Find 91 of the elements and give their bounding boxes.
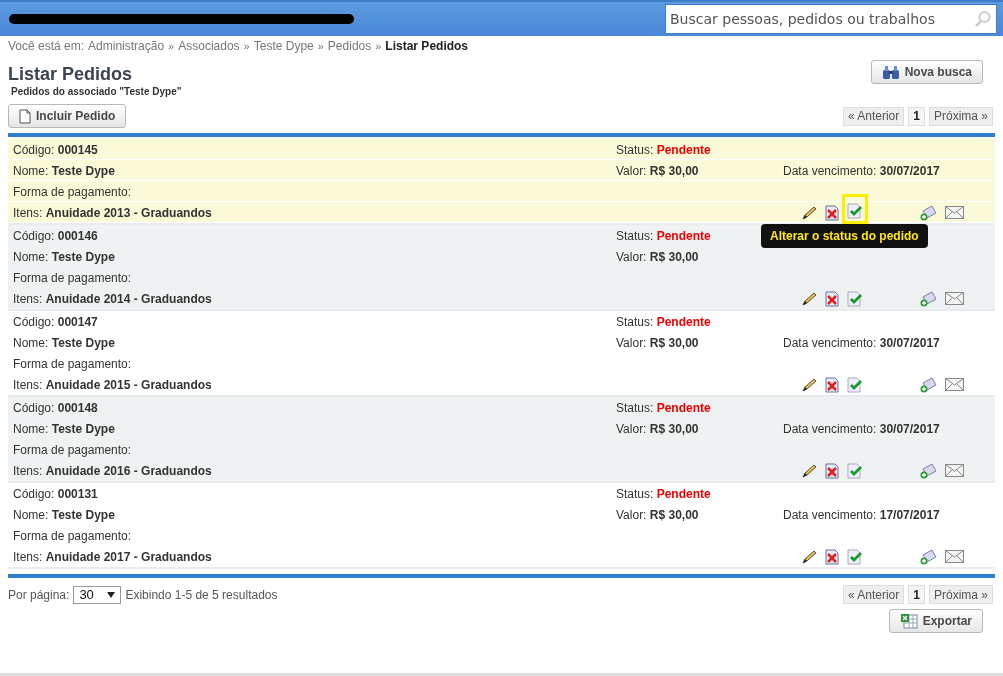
value-text: Valor: R$ 30,00: [616, 507, 699, 522]
search-field[interactable]: Buscar pessoas, pedidos ou trabalhos: [665, 4, 997, 34]
breadcrumb-separator: »: [317, 40, 324, 52]
breadcrumb-separator: »: [243, 40, 250, 52]
results-summary: Exibindo 1-5 de 5 resultados: [125, 587, 278, 602]
delete-icon[interactable]: [825, 548, 839, 565]
breadcrumb-link[interactable]: Pedidos: [327, 39, 372, 53]
mail-icon[interactable]: [945, 550, 964, 563]
name-text: Nome: Teste Dype: [13, 249, 115, 264]
payment-label: Forma de pagamento:: [13, 442, 132, 457]
value-text: Valor: R$ 30,00: [616, 163, 699, 178]
items-text: Itens: Anuidade 2016 - Graduandos: [13, 463, 212, 478]
mail-icon[interactable]: [945, 378, 964, 391]
envelope-add-icon[interactable]: [919, 548, 937, 565]
delete-icon[interactable]: [825, 290, 839, 307]
status-text: Status: Pendente: [616, 486, 711, 501]
value-text: Valor: R$ 30,00: [616, 421, 699, 436]
code-text: Código: 000145: [13, 142, 98, 157]
pencil-icon[interactable]: [801, 376, 817, 393]
pencil-icon[interactable]: [801, 290, 817, 307]
dropdown-arrow-icon: [107, 591, 116, 598]
breadcrumb-separator: »: [375, 40, 382, 52]
checkmark-icon[interactable]: [847, 462, 863, 479]
envelope-add-icon[interactable]: [919, 376, 937, 393]
binoculars-icon: [881, 64, 900, 80]
due-date-text: Data vencimento: 30/07/2017: [783, 335, 940, 350]
due-date-text: Data vencimento: 30/07/2017: [783, 163, 940, 178]
code-text: Código: 000147: [13, 314, 98, 329]
value-text: Valor: R$ 30,00: [616, 249, 699, 264]
delete-icon[interactable]: [825, 204, 839, 221]
add-order-button[interactable]: Incluir Pedido: [8, 104, 127, 128]
pencil-icon[interactable]: [801, 462, 817, 479]
tooltip: Alterar o status do pedido: [761, 224, 928, 248]
code-text: Código: 000146: [13, 228, 98, 243]
breadcrumb-separator: »: [168, 40, 175, 52]
checkmark-icon[interactable]: [847, 202, 863, 219]
breadcrumb-link[interactable]: Administração: [88, 39, 165, 53]
previous-page-button[interactable]: « Anterior: [842, 585, 905, 604]
search-icon: [974, 10, 992, 28]
name-text: Nome: Teste Dype: [13, 335, 115, 350]
checkmark-icon[interactable]: [847, 376, 863, 393]
pencil-icon[interactable]: [801, 548, 817, 565]
previous-page-button[interactable]: « Anterior: [842, 106, 905, 126]
order-row[interactable]: Código: 000148 Status: Pendente Nome: Teste Dype Valor: R$ 30,00 Data vencimento: 30/07/2017 Forma de pagamento: Itens: Anuidade 2016 - Graduandos: [8, 397, 995, 483]
mail-icon[interactable]: [945, 464, 964, 477]
status-text: Status: Pendente: [616, 400, 711, 415]
due-date-text: Data vencimento: 17/07/2017: [783, 507, 940, 522]
document-icon: [19, 108, 31, 124]
breadcrumb-link[interactable]: Teste Dype: [253, 39, 314, 53]
envelope-add-icon[interactable]: [919, 290, 937, 307]
breadcrumb-prefix: Você está em:: [8, 39, 85, 53]
per-page-label: Por página:: [8, 587, 70, 602]
name-text: Nome: Teste Dype: [13, 421, 115, 436]
code-text: Código: 000131: [13, 486, 98, 501]
payment-label: Forma de pagamento:: [13, 270, 132, 285]
page-number-button[interactable]: 1: [908, 106, 925, 126]
spreadsheet-icon: [899, 613, 918, 629]
per-page-dropdown[interactable]: 30: [73, 585, 122, 604]
payment-label: Forma de pagamento:: [13, 528, 132, 543]
subtitle: Pedidos do associado "Teste Dype": [10, 86, 183, 97]
status-text: Status: Pendente: [616, 142, 711, 157]
name-text: Nome: Teste Dype: [13, 163, 115, 178]
checkmark-icon[interactable]: [847, 290, 863, 307]
page-number-button[interactable]: 1: [908, 585, 925, 604]
items-text: Itens: Anuidade 2017 - Graduandos: [13, 549, 212, 564]
name-text: Nome: Teste Dype: [13, 507, 115, 522]
value-text: Valor: R$ 30,00: [616, 335, 699, 350]
breadcrumb-current: Listar Pedidos: [385, 39, 469, 53]
checkmark-icon[interactable]: [847, 548, 863, 565]
mail-icon[interactable]: [945, 206, 964, 219]
new-search-button[interactable]: Nova busca: [870, 60, 983, 84]
envelope-add-icon[interactable]: [919, 462, 937, 479]
due-date-text: Data vencimento: 30/07/2017: [783, 421, 940, 436]
items-text: Itens: Anuidade 2013 - Graduandos: [13, 205, 212, 220]
breadcrumb-link[interactable]: Associados: [178, 39, 240, 53]
export-button[interactable]: Exportar: [888, 609, 983, 633]
next-page-button[interactable]: Próxima »: [928, 106, 993, 126]
delete-icon[interactable]: [825, 462, 839, 479]
pencil-icon[interactable]: [801, 204, 817, 221]
status-text: Status: Pendente: [616, 314, 711, 329]
payment-label: Forma de pagamento:: [13, 356, 132, 371]
mail-icon[interactable]: [945, 292, 964, 305]
code-text: Código: 000148: [13, 400, 98, 415]
items-text: Itens: Anuidade 2014 - Graduandos: [13, 291, 212, 306]
envelope-add-icon[interactable]: [919, 204, 937, 221]
next-page-button[interactable]: Próxima »: [928, 585, 993, 604]
status-text: Status: Pendente: [616, 228, 711, 243]
page-title: Listar Pedidos: [8, 64, 133, 85]
payment-label: Forma de pagamento:: [13, 184, 132, 199]
items-text: Itens: Anuidade 2015 - Graduandos: [13, 377, 212, 392]
delete-icon[interactable]: [825, 376, 839, 393]
